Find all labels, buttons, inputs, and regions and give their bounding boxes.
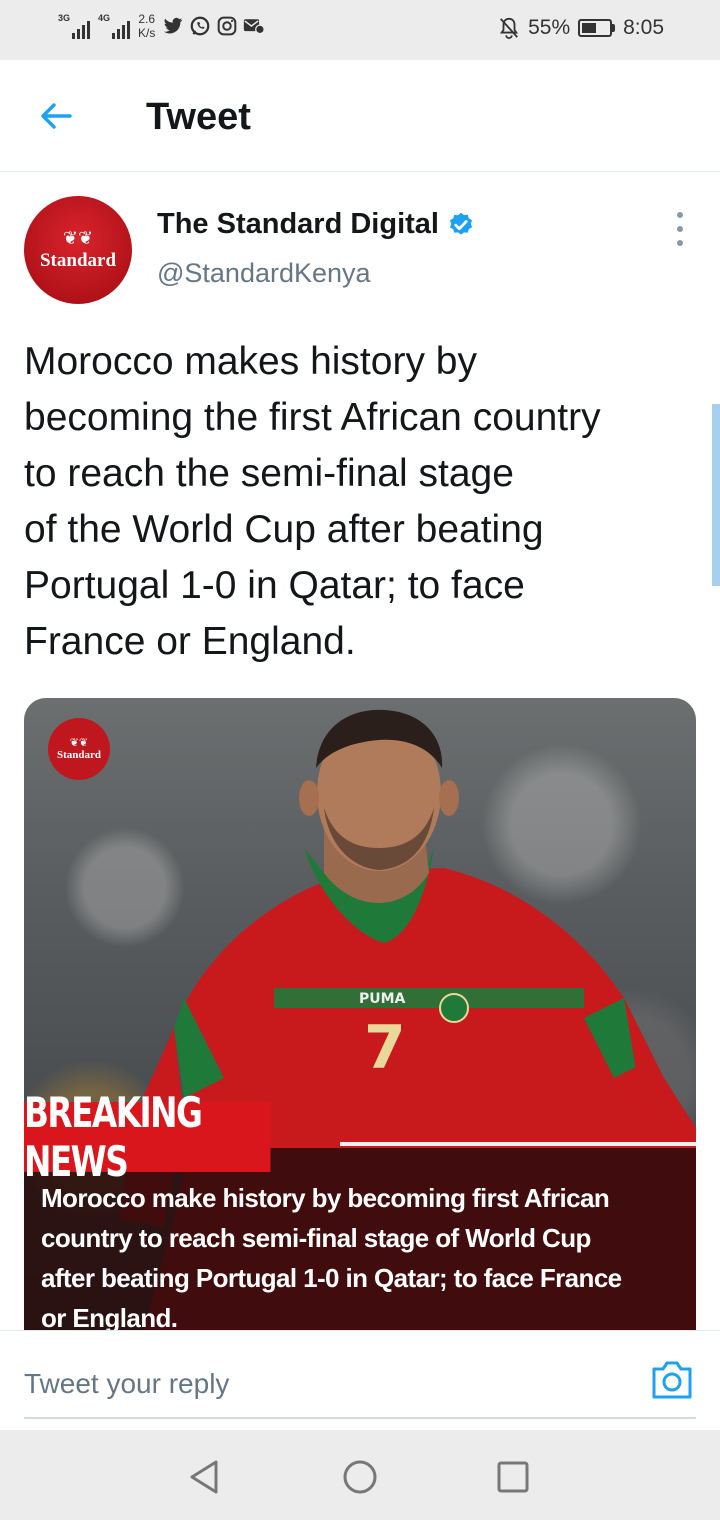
signal-4g-label: 4G xyxy=(98,13,111,23)
divider xyxy=(340,1142,696,1146)
media-headline: Morocco make history by becoming first A… xyxy=(41,1178,686,1330)
battery-icon xyxy=(578,19,616,37)
battery-percent: 55% xyxy=(528,16,571,39)
nav-back-icon[interactable] xyxy=(186,1458,224,1496)
media-headline-line: or England. xyxy=(41,1303,178,1330)
media-headline-line: after beating Portugal 1-0 in Qatar; to … xyxy=(41,1263,622,1293)
network-speed-value: 2.6 xyxy=(138,12,156,26)
tweet-text-line: Morocco makes history by xyxy=(24,340,477,383)
tweet-media-image[interactable]: 7 PUMA ❦❦ Standard BREAKING NEWS Morocco… xyxy=(24,698,696,1330)
crest-icon: ❦❦ xyxy=(62,228,94,248)
page-title: Tweet xyxy=(146,96,251,138)
media-logo: ❦❦ Standard xyxy=(48,718,110,780)
reply-bar: Tweet your reply xyxy=(0,1330,720,1430)
notification-icons xyxy=(163,15,266,37)
twitter-icon xyxy=(164,17,183,34)
back-arrow-icon[interactable] xyxy=(36,96,76,136)
tweet-text-line: of the World Cup after beating xyxy=(24,508,544,551)
network-speed-unit: K/s xyxy=(138,26,156,40)
camera-icon[interactable] xyxy=(650,1359,694,1401)
instagram-icon xyxy=(218,16,237,36)
nav-home-icon[interactable] xyxy=(341,1458,379,1496)
tweet-text-line: Portugal 1-0 in Qatar; to face xyxy=(24,564,525,607)
media-crest-icon: ❦❦ xyxy=(69,737,89,749)
network-speed: 2.6 K/s xyxy=(138,12,155,40)
status-bar: 3G 4G 2.6 K/s 55% 8:05 xyxy=(0,0,720,60)
status-left: 3G 4G 2.6 K/s xyxy=(58,12,266,40)
tweet-text-line: becoming the first African country xyxy=(24,396,601,439)
nav-recents-icon[interactable] xyxy=(494,1458,532,1496)
media-headline-line: country to reach semi-final stage of Wor… xyxy=(41,1223,591,1253)
tweet-text: Morocco makes history by becoming the fi… xyxy=(24,334,704,670)
signal-4g-icon: 4G xyxy=(98,13,130,39)
whatsapp-icon xyxy=(190,16,210,36)
author-name[interactable]: The Standard Digital xyxy=(157,208,475,241)
svg-text:PUMA: PUMA xyxy=(359,991,406,1007)
signal-3g-label: 3G xyxy=(58,13,71,23)
status-right: 55% 8:05 xyxy=(498,16,664,40)
breaking-news-tag: BREAKING NEWS xyxy=(24,1088,271,1186)
more-options-icon[interactable] xyxy=(666,212,694,246)
svg-text:7: 7 xyxy=(364,1013,406,1083)
system-navigation-bar xyxy=(0,1430,720,1520)
reply-input[interactable]: Tweet your reply xyxy=(24,1351,696,1419)
avatar[interactable]: ❦❦ Standard xyxy=(24,196,132,304)
tweet-text-line: to reach the semi-final stage xyxy=(24,452,514,495)
author-name-text: The Standard Digital xyxy=(157,208,439,240)
clock: 8:05 xyxy=(623,16,664,39)
signal-3g-icon: 3G xyxy=(58,13,90,39)
avatar-logo-text: Standard xyxy=(39,250,117,271)
media-headline-line: Morocco make history by becoming first A… xyxy=(41,1183,610,1213)
mute-bell-icon xyxy=(500,17,519,39)
verified-badge-icon xyxy=(449,212,473,235)
scrollbar[interactable] xyxy=(712,404,720,586)
media-logo-text: Standard xyxy=(56,749,102,761)
mail-icon xyxy=(244,19,266,35)
top-app-bar: Tweet xyxy=(0,60,720,172)
tweet-text-line: France or England. xyxy=(24,620,356,663)
author-handle[interactable]: @StandardKenya xyxy=(157,258,371,289)
